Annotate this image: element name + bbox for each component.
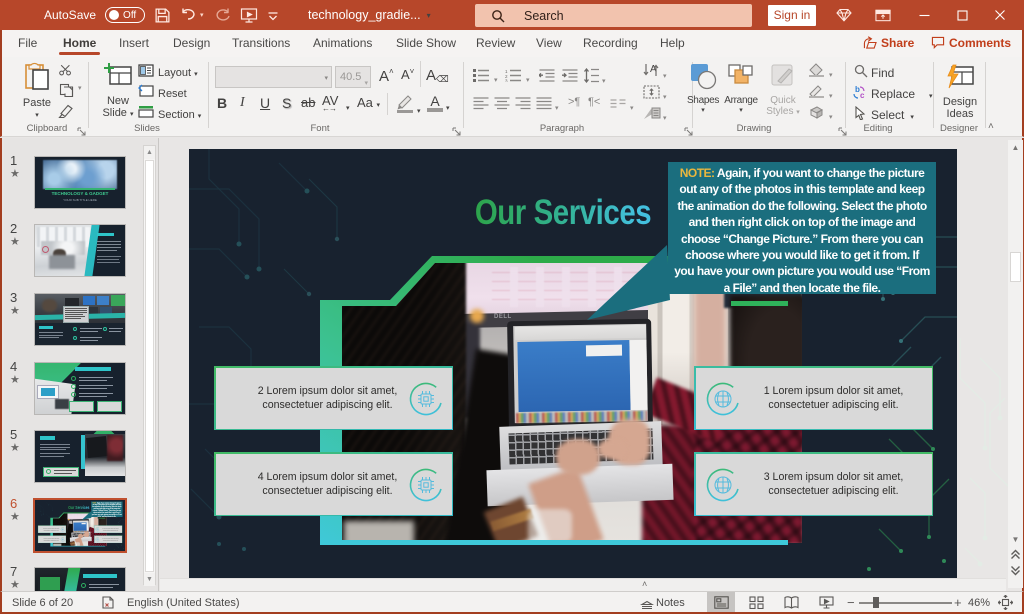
svg-text:3: 3 bbox=[505, 79, 508, 83]
svg-text:c: c bbox=[860, 91, 865, 99]
